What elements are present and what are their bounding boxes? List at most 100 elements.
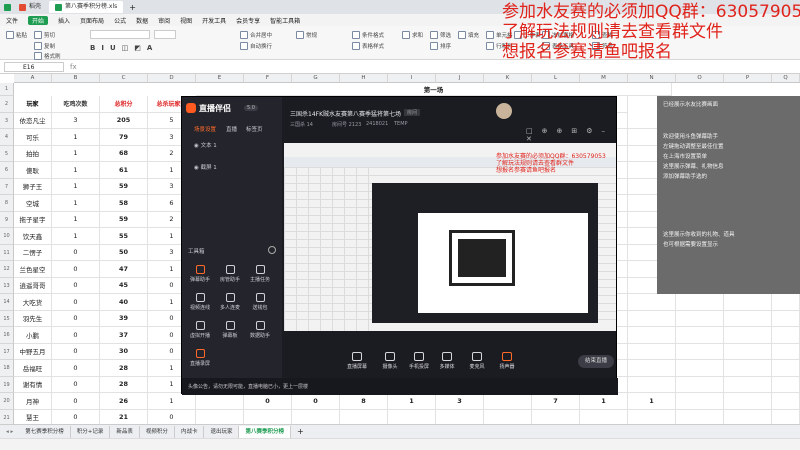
table-cell[interactable]: 拖子星宇 bbox=[14, 211, 52, 228]
table-cell[interactable] bbox=[292, 409, 340, 424]
ribbon-button-1[interactable]: 剪切 bbox=[34, 29, 55, 40]
table-cell[interactable]: 205 bbox=[100, 112, 148, 129]
table-cell[interactable] bbox=[484, 393, 532, 410]
table-cell[interactable]: 55 bbox=[100, 228, 148, 245]
table-cell[interactable] bbox=[724, 327, 772, 344]
table-cell[interactable]: 0 bbox=[52, 277, 100, 294]
table-cell[interactable]: 1 bbox=[52, 129, 100, 146]
table-cell[interactable]: 慧王 bbox=[14, 409, 52, 424]
table-cell[interactable] bbox=[772, 343, 800, 360]
menu-item-6[interactable]: 审阅 bbox=[158, 16, 170, 25]
window-controls[interactable]: □⊕⊕⊞⚙–✕ bbox=[526, 127, 616, 143]
table-cell[interactable]: 79 bbox=[100, 129, 148, 146]
column-header[interactable]: I bbox=[388, 74, 436, 83]
table-cell[interactable]: 1 bbox=[388, 393, 436, 410]
table-cell[interactable]: 0 bbox=[148, 409, 196, 424]
row-header[interactable]: 13 bbox=[0, 277, 14, 294]
table-cell[interactable]: 1 bbox=[52, 145, 100, 162]
table-cell[interactable]: 1 bbox=[148, 393, 196, 410]
table-cell[interactable] bbox=[772, 360, 800, 377]
scene-item-text[interactable]: ◉ 文本 1 bbox=[194, 141, 217, 149]
table-cell[interactable]: 30 bbox=[100, 343, 148, 360]
table-cell[interactable]: 0 bbox=[52, 393, 100, 410]
stream-title[interactable]: 三国杀14FK贼水友赛第八赛季猛将第七场 bbox=[290, 109, 401, 118]
column-header[interactable]: P bbox=[724, 74, 772, 83]
table-cell[interactable] bbox=[724, 343, 772, 360]
ribbon-button-11[interactable]: 排序 bbox=[430, 40, 451, 51]
column-title[interactable]: 总积分 bbox=[100, 96, 148, 113]
window-tab-docer[interactable]: 稻壳 bbox=[13, 1, 47, 13]
table-cell[interactable] bbox=[484, 409, 532, 424]
sheet-tab-0[interactable]: 第七赛季积分榜 bbox=[19, 425, 71, 438]
table-cell[interactable]: 7 bbox=[532, 393, 580, 410]
fx-icon[interactable]: fx bbox=[70, 63, 77, 71]
end-stream-button[interactable]: 结束直播 bbox=[578, 355, 614, 368]
table-cell[interactable] bbox=[628, 360, 676, 377]
ribbon-button-6[interactable]: 常规 bbox=[296, 29, 317, 40]
bottom-tool-1[interactable]: 摄像头 bbox=[375, 352, 405, 370]
scene-item-capture[interactable]: ◉ 截屏 1 bbox=[194, 163, 217, 171]
table-cell[interactable]: 岳福旺 bbox=[14, 360, 52, 377]
row-header[interactable]: 16 bbox=[0, 327, 14, 344]
table-cell[interactable]: 1 bbox=[628, 393, 676, 410]
table-cell[interactable] bbox=[724, 310, 772, 327]
table-cell[interactable]: 61 bbox=[100, 162, 148, 179]
sheet-tab-4[interactable]: 内战卡 bbox=[175, 425, 205, 438]
table-cell[interactable]: 0 bbox=[244, 393, 292, 410]
cell-reference-box[interactable]: E16 bbox=[4, 61, 64, 72]
menu-item-4[interactable]: 公式 bbox=[114, 16, 126, 25]
table-cell[interactable] bbox=[772, 409, 800, 424]
row-header[interactable]: 15 bbox=[0, 310, 14, 327]
column-header[interactable]: A bbox=[14, 74, 52, 83]
table-cell[interactable] bbox=[436, 409, 484, 424]
sheet-tab-5[interactable]: 退出玩家 bbox=[204, 425, 240, 438]
row-header[interactable]: 6 bbox=[0, 162, 14, 179]
column-header[interactable]: H bbox=[340, 74, 388, 83]
stream-preview[interactable]: 参加水友赛的必须加QQ群：630579053 了解玩法规则请去查看群文件 想报名… bbox=[284, 143, 616, 331]
round-title-cell[interactable]: 第一场 bbox=[196, 83, 672, 96]
ribbon-button-9[interactable]: 求和 bbox=[402, 29, 423, 40]
menu-item-9[interactable]: 会员专享 bbox=[236, 16, 260, 25]
table-cell[interactable]: 0 bbox=[52, 409, 100, 424]
menu-item-8[interactable]: 开发工具 bbox=[202, 16, 226, 25]
table-cell[interactable] bbox=[628, 294, 676, 311]
row-header[interactable]: 8 bbox=[0, 195, 14, 212]
table-cell[interactable]: 28 bbox=[100, 376, 148, 393]
table-cell[interactable] bbox=[676, 327, 724, 344]
menu-item-3[interactable]: 页面布局 bbox=[80, 16, 104, 25]
menu-item-0[interactable]: 文件 bbox=[6, 16, 18, 25]
font-family-select[interactable] bbox=[90, 30, 150, 39]
tool-5[interactable]: 送钱包 bbox=[246, 293, 274, 311]
tool-4[interactable]: 多人连麦 bbox=[216, 293, 244, 311]
row-header[interactable]: 10 bbox=[0, 228, 14, 245]
table-cell[interactable] bbox=[340, 409, 388, 424]
table-cell[interactable] bbox=[676, 360, 724, 377]
ribbon-button-4[interactable]: 合并居中 bbox=[240, 29, 272, 40]
column-header[interactable]: D bbox=[148, 74, 196, 83]
menu-item-7[interactable]: 视图 bbox=[180, 16, 192, 25]
table-cell[interactable] bbox=[724, 393, 772, 410]
row-header[interactable]: 5 bbox=[0, 145, 14, 162]
table-cell[interactable]: 0 bbox=[52, 310, 100, 327]
column-header[interactable]: C bbox=[100, 74, 148, 83]
menu-item-1[interactable]: 开始 bbox=[28, 15, 49, 25]
column-header[interactable]: B bbox=[52, 74, 100, 83]
sheet-tab-2[interactable]: 新品表 bbox=[110, 425, 140, 438]
table-cell[interactable]: 0 bbox=[52, 244, 100, 261]
column-title[interactable]: 吃鸡次数 bbox=[52, 96, 100, 113]
table-cell[interactable]: 3 bbox=[52, 112, 100, 129]
table-cell[interactable]: 逍遥哥哥 bbox=[14, 277, 52, 294]
table-cell[interactable]: 26 bbox=[100, 393, 148, 410]
app-tab-1[interactable]: 直播 bbox=[226, 125, 237, 133]
row-header[interactable]: 21 bbox=[0, 409, 14, 424]
table-cell[interactable] bbox=[724, 409, 772, 424]
column-header[interactable]: Q bbox=[772, 74, 800, 83]
table-cell[interactable]: 37 bbox=[100, 327, 148, 344]
avatar[interactable] bbox=[496, 103, 512, 119]
row-header[interactable]: 4 bbox=[0, 129, 14, 146]
table-cell[interactable]: 狮子王 bbox=[14, 178, 52, 195]
table-cell[interactable] bbox=[676, 393, 724, 410]
table-cell[interactable]: 0 bbox=[52, 261, 100, 278]
column-header[interactable]: J bbox=[436, 74, 484, 83]
table-cell[interactable]: 50 bbox=[100, 244, 148, 261]
